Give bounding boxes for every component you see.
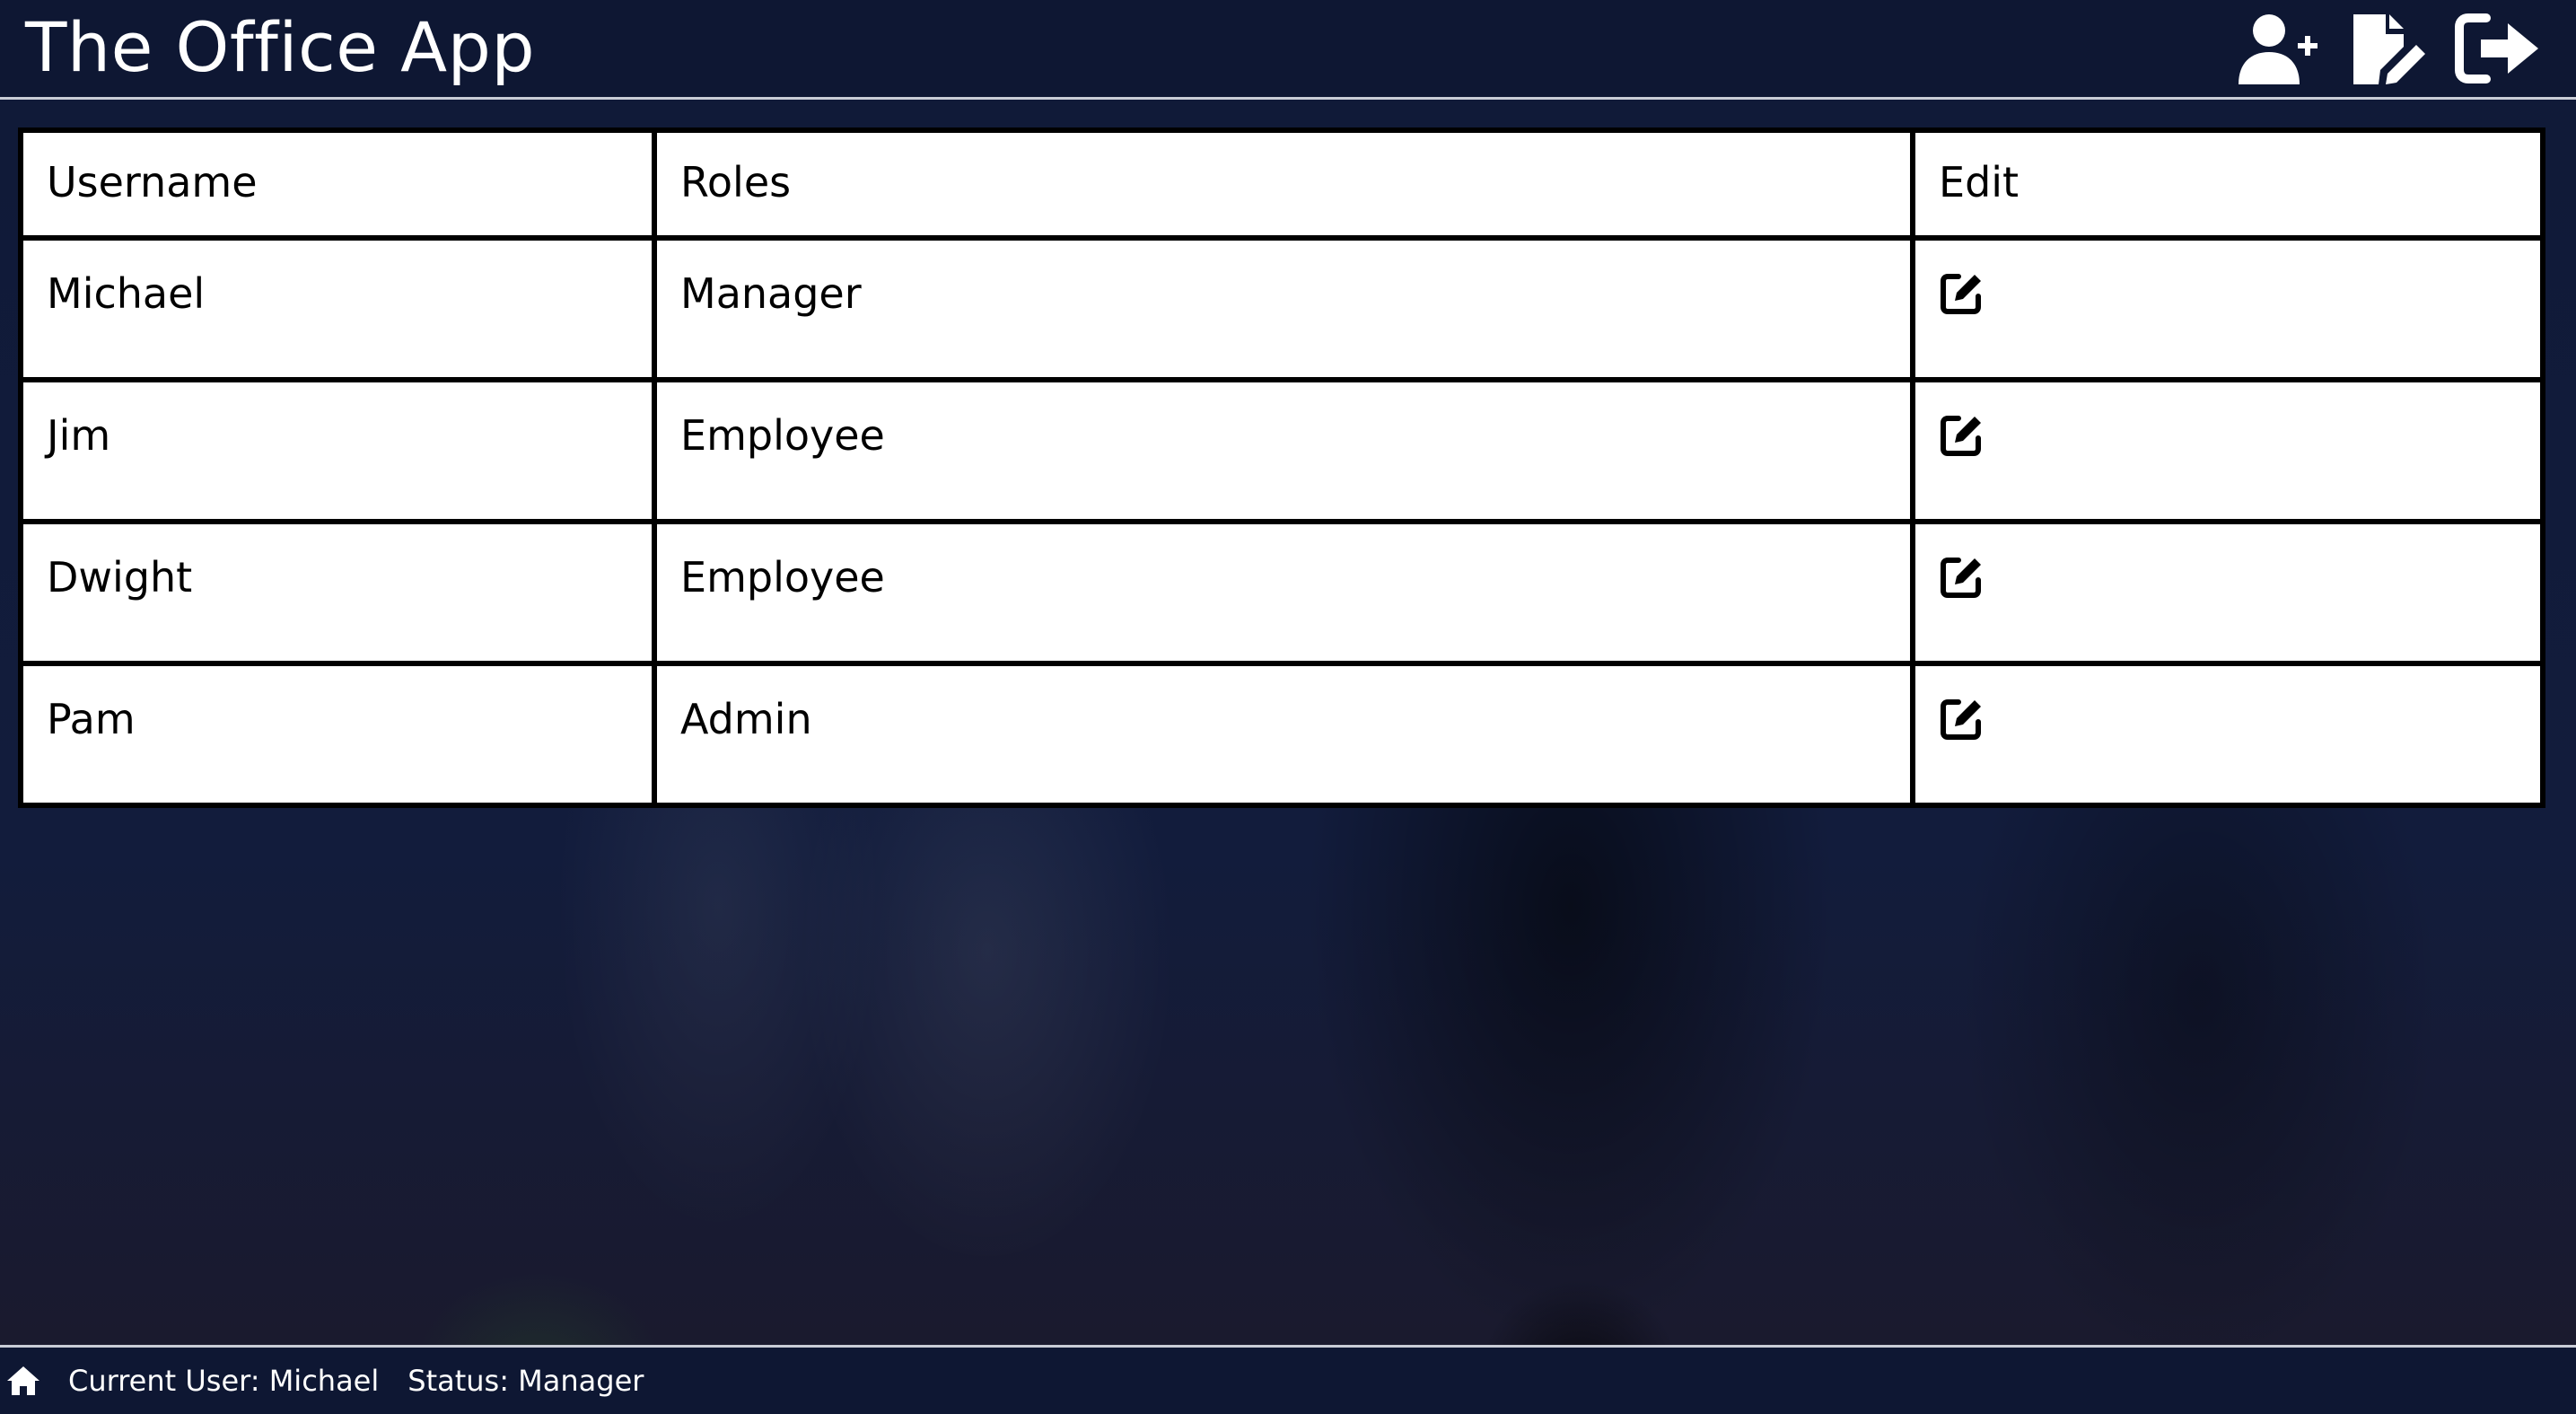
add-user-icon[interactable] — [2235, 11, 2325, 86]
table-row: Jim Employee — [23, 382, 2540, 519]
table-row: Michael Manager — [23, 241, 2540, 377]
edit-icon[interactable] — [1939, 269, 1985, 316]
username-cell: Dwight — [23, 524, 652, 661]
username-cell: Michael — [23, 241, 652, 377]
edit-cell — [1915, 666, 2540, 803]
edit-cell — [1915, 524, 2540, 661]
status-bar: Current User: Michael Status: Manager — [0, 1345, 2576, 1414]
edit-icon[interactable] — [1939, 553, 1985, 600]
users-table: Username Roles Edit Michael Manager Jim … — [18, 127, 2545, 808]
column-header-edit: Edit — [1915, 133, 2540, 235]
home-icon[interactable] — [5, 1363, 41, 1399]
top-bar: The Office App — [0, 0, 2576, 100]
table-row: Pam Admin — [23, 666, 2540, 803]
role-cell: Admin — [657, 666, 1910, 803]
username-cell: Pam — [23, 666, 652, 803]
current-user-label: Current User: Michael — [68, 1364, 380, 1398]
users-table-container: Username Roles Edit Michael Manager Jim … — [18, 127, 2545, 808]
logout-icon[interactable] — [2454, 11, 2544, 86]
edit-icon[interactable] — [1939, 411, 1985, 458]
header-actions — [2235, 11, 2544, 86]
table-row: Dwight Employee — [23, 524, 2540, 661]
app-title: The Office App — [25, 7, 536, 87]
edit-icon[interactable] — [1939, 695, 1985, 742]
status-label: Status: Manager — [407, 1364, 644, 1398]
column-header-roles: Roles — [657, 133, 1910, 235]
role-cell: Employee — [657, 382, 1910, 519]
username-cell: Jim — [23, 382, 652, 519]
role-cell: Employee — [657, 524, 1910, 661]
edit-cell — [1915, 241, 2540, 377]
role-cell: Manager — [657, 241, 1910, 377]
table-header-row: Username Roles Edit — [23, 133, 2540, 235]
column-header-username: Username — [23, 133, 652, 235]
app-page: The Office App Username Roles Edit Micha… — [0, 0, 2576, 1414]
edit-cell — [1915, 382, 2540, 519]
edit-document-icon[interactable] — [2344, 11, 2434, 86]
